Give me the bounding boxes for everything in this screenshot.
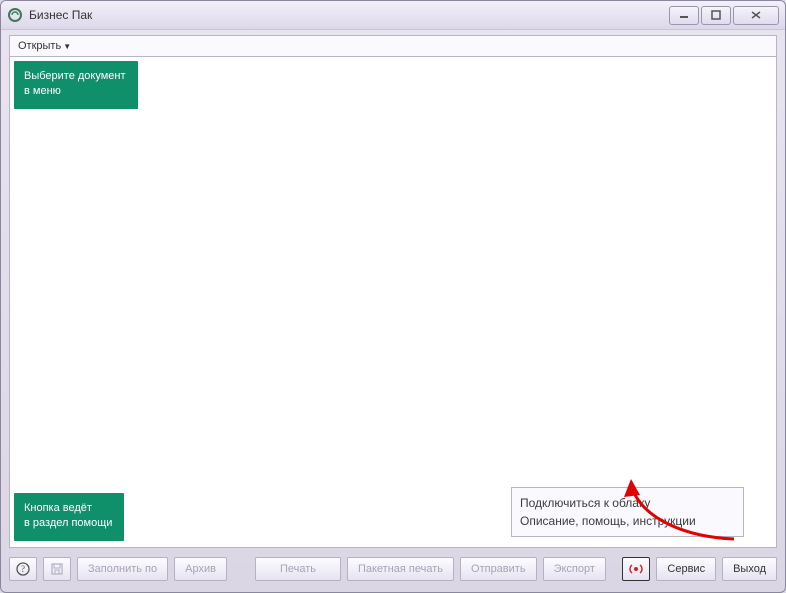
minimize-button[interactable] (669, 6, 699, 25)
document-canvas: Выберите документ в меню Кнопка ведёт в … (9, 57, 777, 548)
client-area: Открыть ▼ Выберите документ в меню Кнопк… (9, 35, 777, 584)
window-buttons (669, 6, 779, 25)
hint-line: в меню (24, 84, 126, 99)
service-button[interactable]: Сервис (656, 557, 716, 581)
hint-help-button: Кнопка ведёт в раздел помощи (14, 493, 124, 541)
menubar: Открыть ▼ (9, 35, 777, 57)
hint-line: Кнопка ведёт (24, 501, 112, 516)
menu-open-label: Открыть (18, 40, 61, 52)
export-button[interactable]: Экспорт (543, 557, 606, 581)
close-button[interactable] (733, 6, 779, 25)
help-button[interactable]: ? (9, 557, 37, 581)
hint-line: Выберите документ (24, 69, 126, 84)
app-window: Бизнес Пак Открыть ▼ Выберите документ в… (0, 0, 786, 593)
svg-text:?: ? (21, 564, 25, 574)
window-title: Бизнес Пак (29, 8, 669, 22)
maximize-button[interactable] (701, 6, 731, 25)
app-icon (7, 7, 23, 23)
chevron-down-icon: ▼ (63, 42, 71, 51)
popup-connect-cloud[interactable]: Подключиться к облаку (520, 494, 735, 512)
archive-button[interactable]: Архив (174, 557, 227, 581)
save-button[interactable] (43, 557, 71, 581)
service-popup: Подключиться к облаку Описание, помощь, … (511, 487, 744, 537)
bottom-toolbar: ? Заполнить по Архив Печать Пакетная печ… (9, 548, 777, 584)
print-button[interactable]: Печать (255, 557, 341, 581)
popup-help-docs[interactable]: Описание, помощь, инструкции (520, 512, 735, 530)
hint-select-document: Выберите документ в меню (14, 61, 138, 109)
titlebar: Бизнес Пак (1, 1, 785, 30)
broadcast-button[interactable] (622, 557, 650, 581)
menu-open[interactable]: Открыть ▼ (10, 38, 79, 54)
send-button[interactable]: Отправить (460, 557, 537, 581)
hint-line: в раздел помощи (24, 516, 112, 531)
batch-print-button[interactable]: Пакетная печать (347, 557, 454, 581)
exit-button[interactable]: Выход (722, 557, 777, 581)
fill-by-button[interactable]: Заполнить по (77, 557, 168, 581)
